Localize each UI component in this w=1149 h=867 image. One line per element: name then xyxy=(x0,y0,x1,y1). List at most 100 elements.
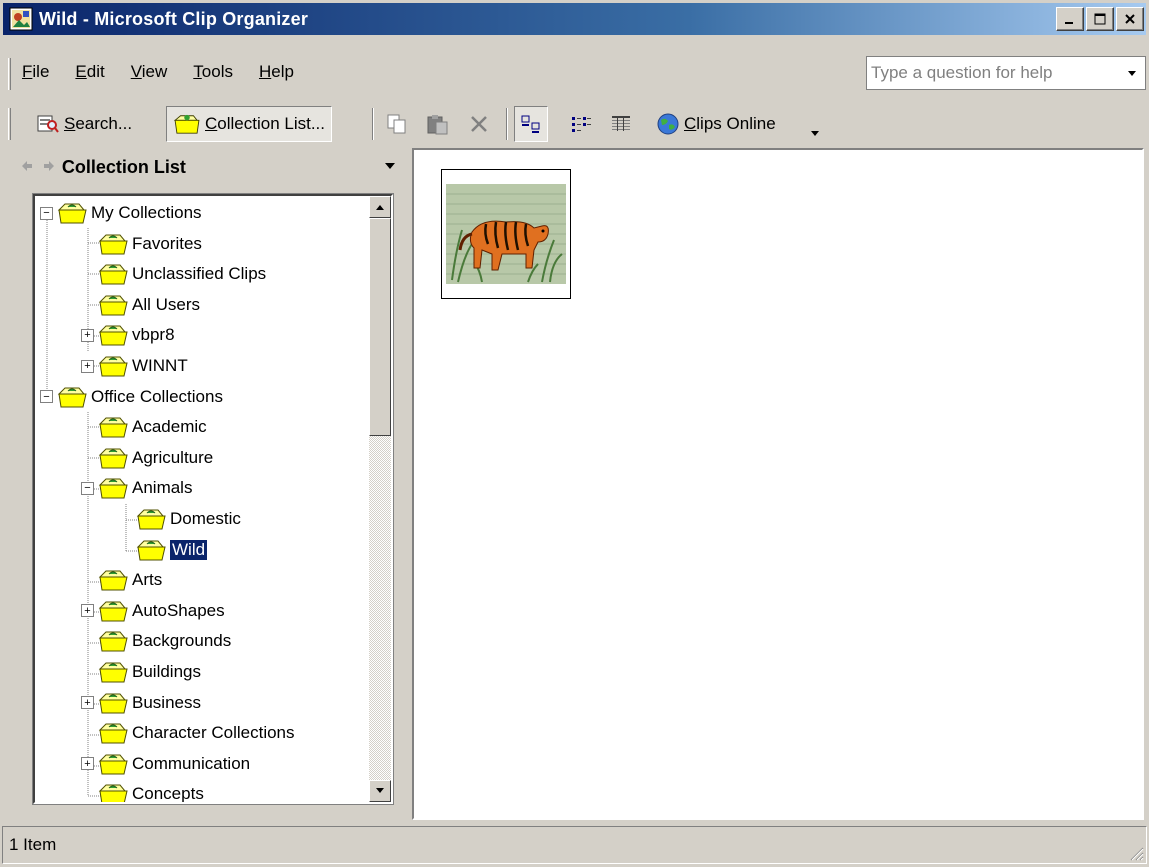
menu-edit[interactable]: Edit xyxy=(75,62,104,82)
close-button[interactable] xyxy=(1116,7,1144,31)
tree-item-label: All Users xyxy=(132,294,201,314)
menu-view[interactable]: View xyxy=(131,62,168,82)
collection-list-button[interactable]: Collection List... xyxy=(166,106,333,142)
tree-item[interactable]: All Users xyxy=(81,290,200,320)
tree-item[interactable]: + Communication xyxy=(81,749,250,779)
tree-item[interactable]: Concepts xyxy=(81,779,204,804)
tree-item[interactable]: Domestic xyxy=(119,504,241,534)
scroll-thumb[interactable] xyxy=(369,218,391,436)
tree-item-label: Arts xyxy=(132,570,163,590)
tree-item[interactable]: Backgrounds xyxy=(81,626,231,656)
toolbar: Search... Collection List... C lips Onli… xyxy=(0,100,1149,146)
clip-gallery[interactable] xyxy=(412,148,1144,820)
folder-icon xyxy=(98,448,128,469)
chevron-down-icon[interactable] xyxy=(384,162,396,170)
collapse-icon[interactable]: − xyxy=(81,481,94,495)
thumbnails-view-button[interactable] xyxy=(514,106,548,142)
menubar-grip[interactable] xyxy=(8,58,11,90)
tree-item-label: Communication xyxy=(132,753,251,773)
tree-item[interactable]: Arts xyxy=(81,565,162,595)
tree-item[interactable]: + vbpr8 xyxy=(81,320,175,350)
folder-icon xyxy=(173,114,200,134)
folder-icon xyxy=(98,570,128,591)
task-pane-title: Collection List xyxy=(61,156,186,177)
tree-item-label: Character Collections xyxy=(132,723,295,743)
minimize-button[interactable] xyxy=(1056,7,1084,31)
tree-item[interactable]: Agriculture xyxy=(81,443,213,473)
title-bar[interactable]: Wild - Microsoft Clip Organizer xyxy=(3,3,1146,35)
list-view-button[interactable] xyxy=(564,106,598,142)
clip-organizer-app-icon[interactable] xyxy=(9,7,33,31)
collapse-icon[interactable]: − xyxy=(40,206,53,220)
expand-icon[interactable]: + xyxy=(81,328,94,342)
expand-icon[interactable]: + xyxy=(81,757,94,771)
tree-item-label: WINNT xyxy=(132,356,188,375)
tiger-clip[interactable] xyxy=(441,169,571,299)
back-arrow-icon[interactable] xyxy=(20,159,34,173)
close-icon xyxy=(1125,14,1135,24)
tree-item[interactable]: + AutoShapes xyxy=(81,596,225,626)
menu-items: File Edit View Tools Help xyxy=(22,62,320,82)
folder-icon xyxy=(98,234,128,255)
expand-icon[interactable]: + xyxy=(81,696,94,710)
tree-item[interactable]: Favorites xyxy=(81,229,202,259)
tree-item-label: Unclassified Clips xyxy=(132,264,267,284)
folder-icon xyxy=(98,601,128,622)
resize-grip-icon[interactable] xyxy=(1128,845,1144,861)
tree-item[interactable]: Wild xyxy=(119,535,209,565)
thumbnails-view-icon xyxy=(521,115,540,133)
collapse-icon[interactable]: − xyxy=(40,390,53,404)
toolbar-separator xyxy=(372,108,374,140)
tree-item-label: AutoShapes xyxy=(132,600,225,620)
details-view-button[interactable] xyxy=(604,106,638,142)
toolbar-options-icon[interactable] xyxy=(810,130,820,138)
tree-item-label: Business xyxy=(132,692,201,712)
menu-tools[interactable]: Tools xyxy=(193,62,233,82)
folder-icon xyxy=(98,631,128,652)
tree-item-label: Favorites xyxy=(132,233,202,253)
tree-item[interactable]: − Animals xyxy=(81,473,192,503)
delete-button[interactable] xyxy=(462,106,496,142)
tree-item-label: Concepts xyxy=(132,784,204,804)
folder-icon xyxy=(136,540,166,561)
maximize-button[interactable] xyxy=(1086,7,1114,31)
status-text: 1 Item xyxy=(9,835,57,854)
tree-item-label: Domestic xyxy=(170,509,241,528)
tree-item[interactable]: − Office Collections xyxy=(40,382,223,412)
copy-button[interactable] xyxy=(380,106,414,142)
folder-icon xyxy=(98,417,128,438)
collection-tree[interactable]: − My Collections Favorites Unclassified Cli… xyxy=(32,193,394,805)
folder-icon xyxy=(98,264,128,285)
folder-icon xyxy=(98,478,128,499)
tree-item[interactable]: Buildings xyxy=(81,657,201,687)
tree-item[interactable]: − My Collections xyxy=(40,198,202,228)
paste-button[interactable] xyxy=(420,106,456,142)
scroll-down-button[interactable] xyxy=(369,780,391,802)
toolbar-separator xyxy=(506,108,508,140)
expand-icon[interactable]: + xyxy=(81,604,94,618)
tree-item-label: Backgrounds xyxy=(132,631,232,651)
delete-icon xyxy=(471,116,487,132)
search-button[interactable]: Search... xyxy=(30,106,138,142)
tree-item[interactable]: Unclassified Clips xyxy=(81,259,266,289)
forward-arrow-icon[interactable] xyxy=(42,159,56,173)
copy-icon xyxy=(387,114,406,134)
arrow-up-icon xyxy=(376,205,384,210)
ask-question-box[interactable]: Type a question for help xyxy=(866,56,1146,90)
tree-item[interactable]: + Business xyxy=(81,688,201,718)
tree-item[interactable]: Academic xyxy=(81,412,207,442)
tree-item[interactable]: Character Collections xyxy=(81,718,295,748)
chevron-down-icon[interactable] xyxy=(1127,70,1137,78)
folder-icon xyxy=(98,662,128,683)
scroll-up-button[interactable] xyxy=(369,196,391,218)
maximize-icon xyxy=(1094,13,1106,25)
menu-help[interactable]: Help xyxy=(259,62,294,82)
toolbar-grip[interactable] xyxy=(8,108,11,140)
tree-item[interactable]: + WINNT xyxy=(81,351,188,381)
tree-item-label: Academic xyxy=(132,417,207,437)
menu-file[interactable]: File xyxy=(22,62,49,82)
globe-icon xyxy=(657,113,679,135)
expand-icon[interactable]: + xyxy=(81,359,94,373)
clips-online-button[interactable]: Clips Online xyxy=(650,106,782,142)
tree-scrollbar[interactable] xyxy=(369,196,391,802)
